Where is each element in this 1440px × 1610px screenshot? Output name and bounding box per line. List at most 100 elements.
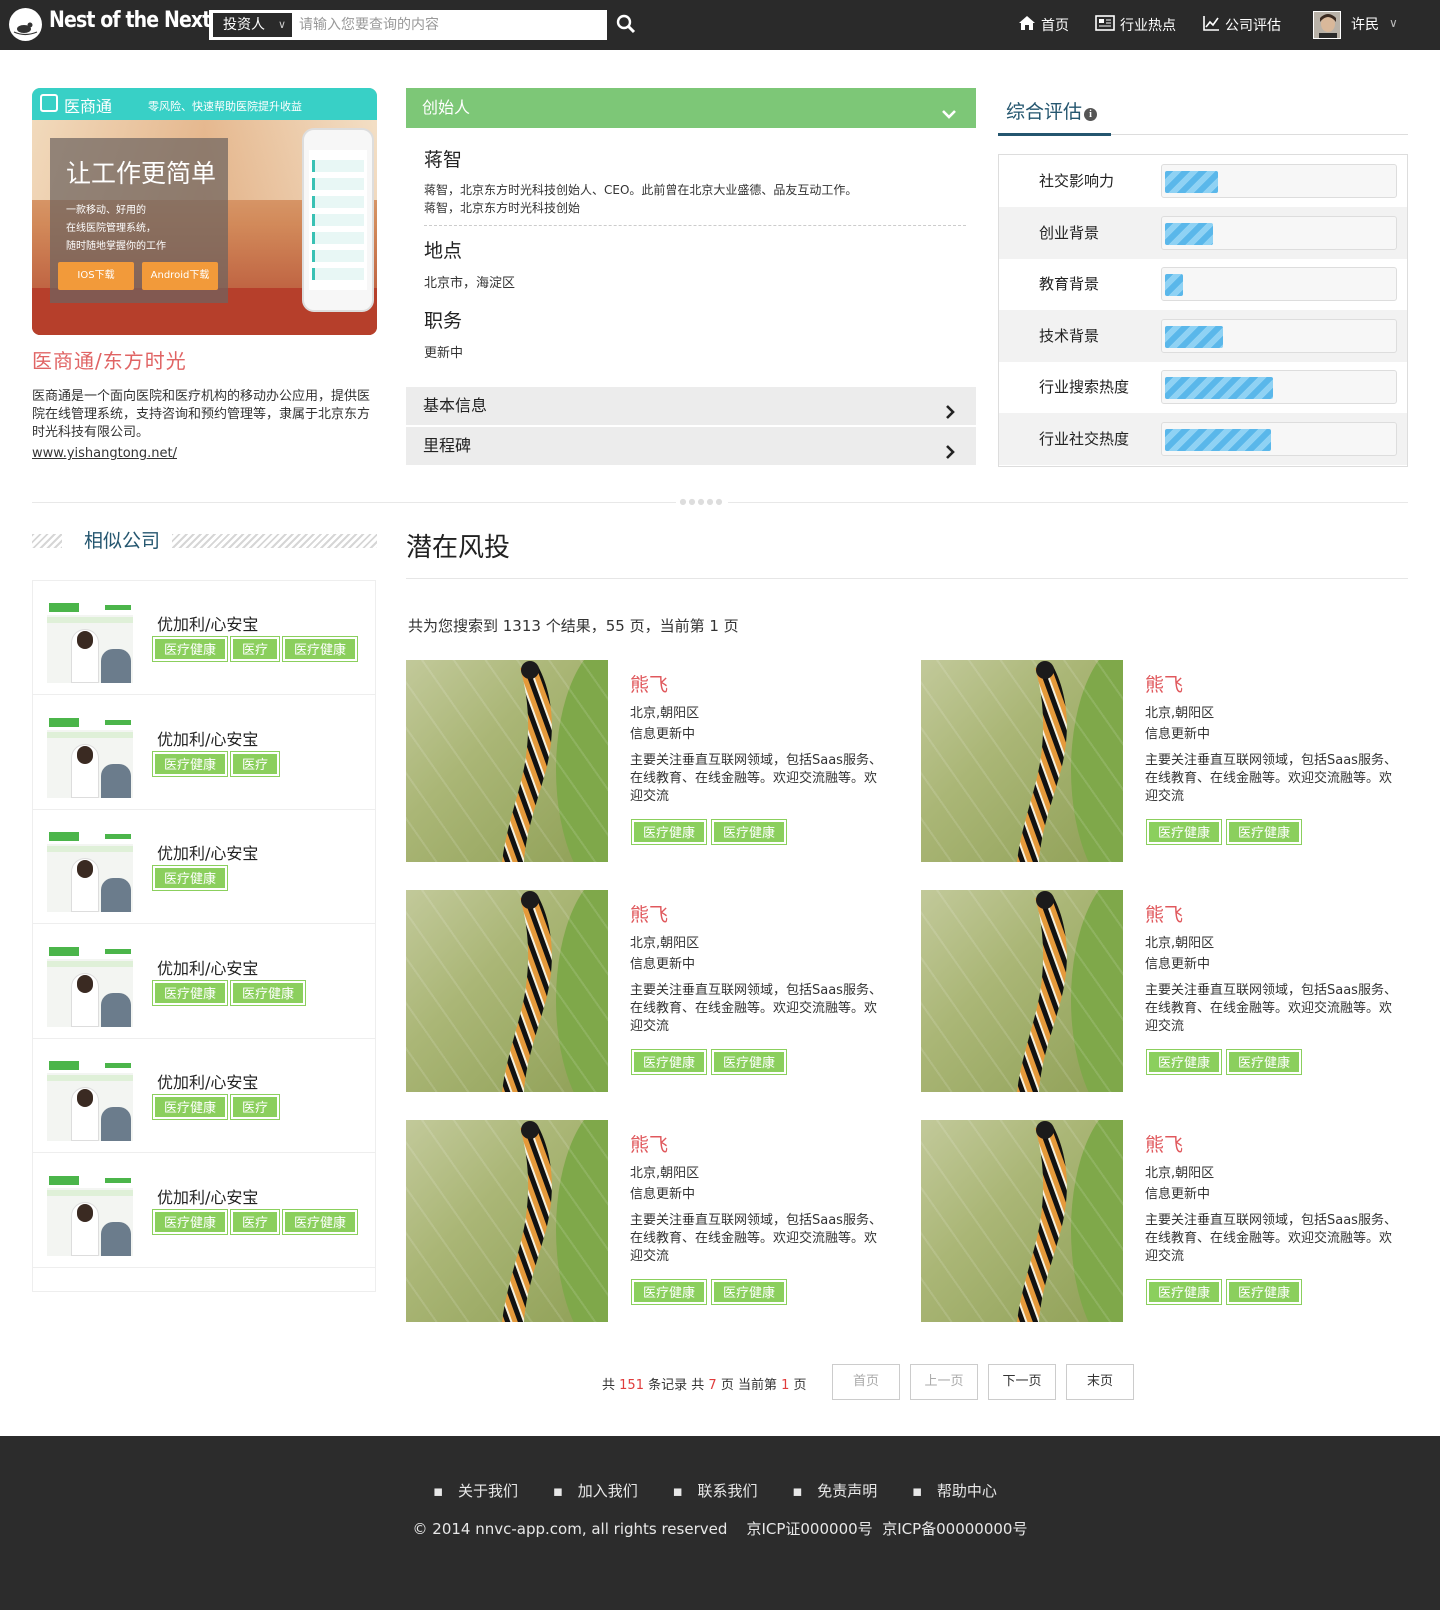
company-thumbnail[interactable]: [47, 1173, 133, 1256]
investor-card[interactable]: 熊飞 北京,朝阳区 信息更新中 主要关注垂直互联网领域，包括Saas服务、在线教育、在…: [406, 1120, 906, 1322]
company-thumbnail[interactable]: [47, 715, 133, 798]
industry-tag[interactable]: 医疗健康: [1145, 819, 1223, 845]
investor-name[interactable]: 熊飞: [1145, 670, 1183, 697]
ios-download-button[interactable]: IOS下载: [58, 262, 134, 290]
investor-location: 北京,朝阳区: [630, 706, 700, 721]
industry-tag[interactable]: 医疗健康: [282, 636, 359, 662]
industry-tag[interactable]: 医疗健康: [151, 979, 229, 1006]
nav-home[interactable]: 首页: [1018, 0, 1069, 50]
investor-photo[interactable]: [406, 660, 608, 862]
industry-tag[interactable]: 医疗健康: [1226, 1049, 1303, 1075]
investor-card[interactable]: 熊飞 北京,朝阳区 信息更新中 主要关注垂直互联网领域，包括Saas服务、在线教育、在…: [921, 890, 1421, 1092]
logo-bird-icon[interactable]: [9, 8, 42, 41]
site-logo-text[interactable]: Nest of the Next: [49, 8, 211, 33]
industry-tag[interactable]: 医疗健康: [282, 1208, 359, 1235]
basic-info-accordion[interactable]: 基本信息: [406, 387, 976, 425]
footer-link-help[interactable]: ▪ 帮助中心: [912, 1482, 1007, 1500]
similar-company-item[interactable]: 优加利/心安宝 医疗健康 医疗健康: [33, 925, 375, 1039]
industry-tag[interactable]: 医疗健康: [230, 979, 307, 1006]
potential-vc-title: 潜在风投: [406, 533, 511, 563]
footer-link-disclaimer[interactable]: ▪ 免责声明: [792, 1482, 887, 1500]
nav-industry-hot[interactable]: 行业热点: [1095, 0, 1176, 50]
next-page-button[interactable]: 下一页: [988, 1364, 1056, 1400]
industry-tag[interactable]: 医疗: [230, 1094, 281, 1120]
industry-tag[interactable]: 医疗: [230, 750, 281, 777]
footer-link-contact[interactable]: ▪ 联系我们: [673, 1482, 768, 1500]
info-icon[interactable]: i: [1084, 108, 1098, 121]
similar-company-item[interactable]: 优加利/心安宝 医疗健康 医疗 医疗健康: [33, 581, 375, 695]
search-input[interactable]: [293, 10, 603, 40]
company-thumbnail[interactable]: [47, 601, 133, 683]
investor-photo[interactable]: [406, 890, 608, 1092]
investor-name[interactable]: 熊飞: [1145, 900, 1183, 927]
company-thumbnail[interactable]: [47, 944, 133, 1027]
similar-company-item[interactable]: 优加利/心安宝 医疗健康: [33, 810, 375, 924]
evaluation-label: 行业搜索热度: [1039, 378, 1130, 396]
investor-photo[interactable]: [921, 660, 1123, 862]
industry-tag[interactable]: 医疗健康: [1145, 1049, 1223, 1075]
company-name[interactable]: 优加利/心安宝: [157, 955, 258, 979]
chevron-down-icon[interactable]: ∨: [1389, 16, 1398, 30]
industry-tag[interactable]: 医疗健康: [630, 1279, 708, 1305]
investor-name[interactable]: 熊飞: [1145, 1130, 1183, 1157]
industry-tag[interactable]: 医疗健康: [151, 865, 229, 891]
pg-mid2: 页 当前第: [720, 1378, 777, 1393]
user-name[interactable]: 许民: [1351, 0, 1379, 50]
similar-company-item[interactable]: 优加利/心安宝 医疗健康 医疗 医疗健康: [33, 1154, 375, 1268]
product-website-link[interactable]: www.yishangtong.net/: [32, 446, 177, 461]
industry-tag[interactable]: 医疗健康: [630, 1049, 708, 1075]
industry-tag[interactable]: 医疗健康: [711, 1049, 788, 1075]
industry-tag[interactable]: 医疗: [230, 636, 281, 662]
investor-card[interactable]: 熊飞 北京,朝阳区 信息更新中 主要关注垂直互联网领域，包括Saas服务、在线教育、在…: [406, 890, 906, 1092]
industry-tag[interactable]: 医疗健康: [630, 819, 708, 845]
evaluation-tab[interactable]: 综合评估 i: [1006, 97, 1098, 124]
similar-company-item[interactable]: 优加利/心安宝 医疗健康 医疗: [33, 1039, 375, 1153]
company-name[interactable]: 优加利/心安宝: [157, 611, 258, 635]
company-tags: 医疗健康 医疗健康: [151, 979, 309, 1006]
search-category-select[interactable]: 投资人 ∨: [213, 13, 292, 37]
prev-page-button[interactable]: 上一页: [910, 1364, 978, 1400]
thumbnail-hotline: [105, 1177, 131, 1183]
investor-photo[interactable]: [921, 890, 1123, 1092]
nav-company-eval[interactable]: 公司评估: [1203, 0, 1281, 50]
search-icon[interactable]: [615, 13, 637, 35]
footer-link-join[interactable]: ▪ 加入我们: [553, 1482, 648, 1500]
industry-tag[interactable]: 医疗健康: [151, 1208, 229, 1235]
footer-link-about[interactable]: ▪ 关于我们: [433, 1482, 528, 1500]
company-thumbnail[interactable]: [47, 830, 133, 912]
industry-tag[interactable]: 医疗健康: [151, 750, 229, 777]
company-tags: 医疗健康 医疗 医疗健康: [151, 636, 361, 662]
industry-tag[interactable]: 医疗健康: [151, 636, 229, 662]
android-download-button[interactable]: Android下载: [142, 262, 218, 290]
product-banner[interactable]: 医商通 零风险、快速帮助医院提升收益 让工作更简单 一款移动、好用的 在线医院管…: [32, 88, 377, 335]
industry-tag[interactable]: 医疗健康: [1145, 1279, 1223, 1305]
thumbnail-part: [47, 1189, 133, 1196]
company-name[interactable]: 优加利/心安宝: [157, 840, 258, 864]
milestones-accordion[interactable]: 里程碑: [406, 427, 976, 465]
investor-name[interactable]: 熊飞: [630, 900, 668, 927]
industry-tag[interactable]: 医疗健康: [1226, 1279, 1303, 1305]
investor-card[interactable]: 熊飞 北京,朝阳区 信息更新中 主要关注垂直互联网领域，包括Saas服务、在线教育、在…: [921, 1120, 1421, 1322]
industry-tag[interactable]: 医疗健康: [711, 819, 788, 845]
investor-photo[interactable]: [921, 1120, 1123, 1322]
company-name[interactable]: 优加利/心安宝: [157, 1069, 258, 1093]
industry-tag[interactable]: 医疗: [230, 1208, 281, 1235]
company-name[interactable]: 优加利/心安宝: [157, 1184, 258, 1208]
industry-tag[interactable]: 医疗健康: [151, 1094, 229, 1120]
industry-tag[interactable]: 医疗健康: [711, 1279, 788, 1305]
investor-card[interactable]: 熊飞 北京,朝阳区 信息更新中 主要关注垂直互联网领域，包括Saas服务、在线教育、在…: [406, 660, 906, 862]
company-thumbnail[interactable]: [47, 1059, 133, 1141]
similar-company-item[interactable]: 优加利/心安宝 医疗健康 医疗: [33, 696, 375, 810]
investor-name[interactable]: 熊飞: [630, 670, 668, 697]
first-page-button[interactable]: 首页: [832, 1364, 900, 1400]
product-name[interactable]: 医商通/东方时光: [32, 345, 187, 374]
avatar[interactable]: [1313, 11, 1341, 39]
company-name[interactable]: 优加利/心安宝: [157, 726, 258, 750]
investor-description: 主要关注垂直互联网领域，包括Saas服务、在线教育、在线金融等。欢迎交流融等。欢…: [1145, 753, 1397, 804]
investor-photo[interactable]: [406, 1120, 608, 1322]
industry-tag[interactable]: 医疗健康: [1226, 819, 1303, 845]
founder-section-header[interactable]: 创始人: [406, 88, 976, 128]
investor-name[interactable]: 熊飞: [630, 1130, 668, 1157]
last-page-button[interactable]: 末页: [1066, 1364, 1134, 1400]
investor-card[interactable]: 熊飞 北京,朝阳区 信息更新中 主要关注垂直互联网领域，包括Saas服务、在线教育、在…: [921, 660, 1421, 862]
